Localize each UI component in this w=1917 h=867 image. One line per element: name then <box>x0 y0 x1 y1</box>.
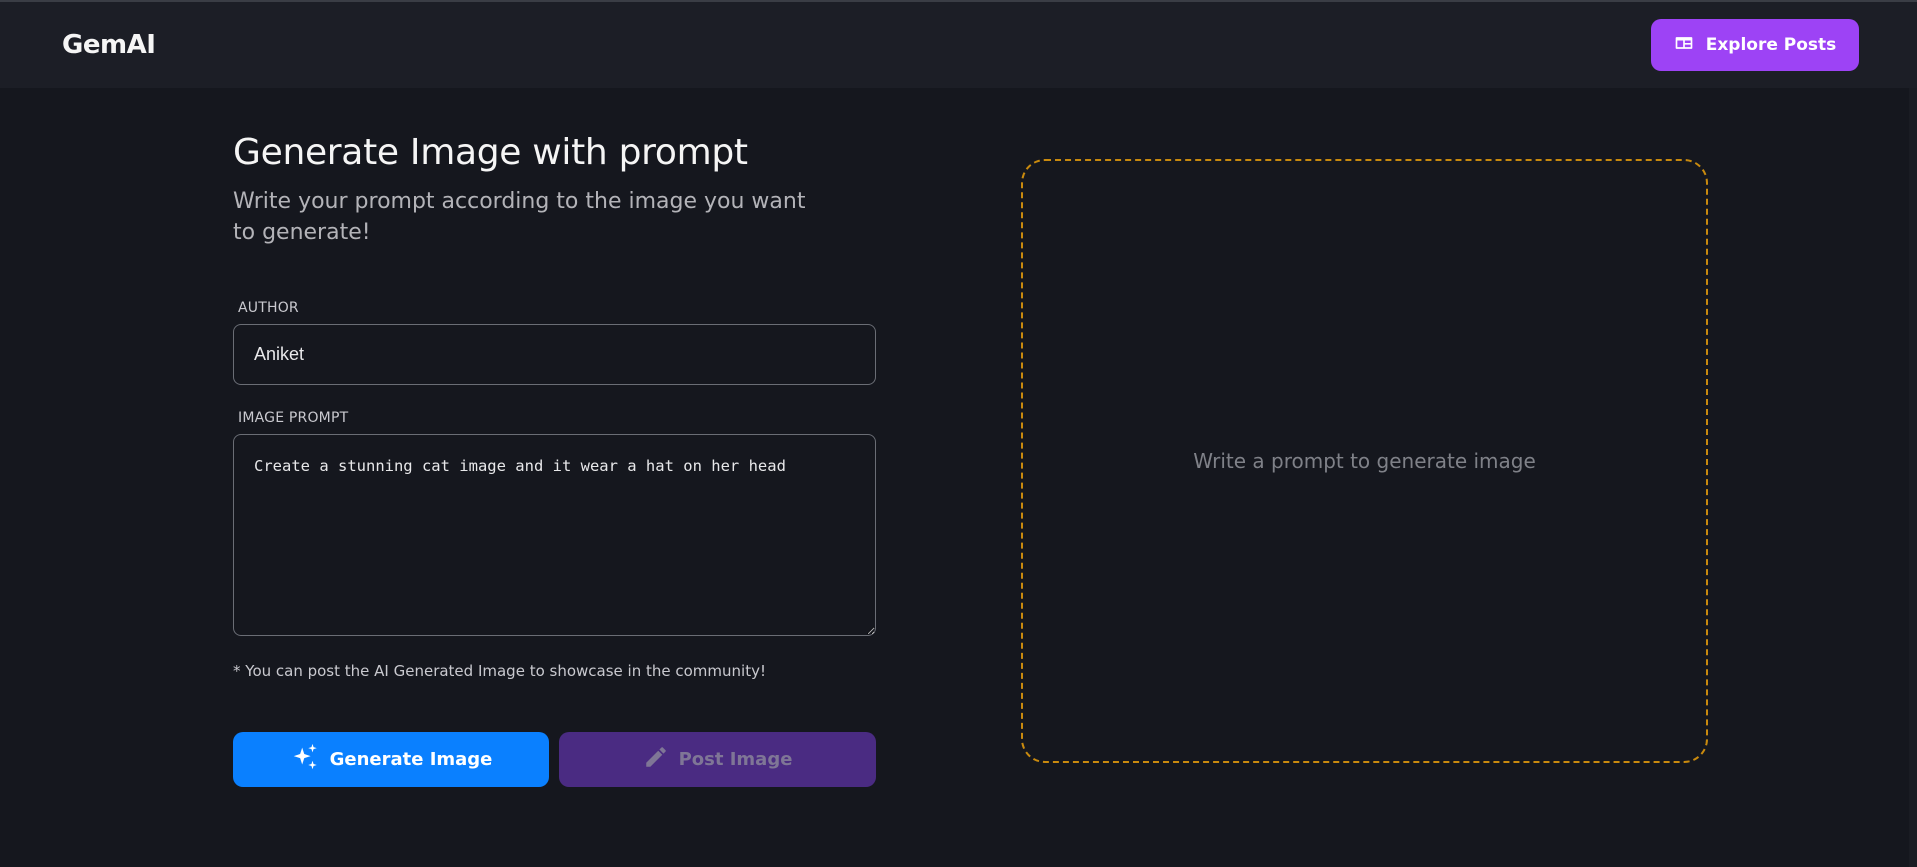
post-image-label: Post Image <box>678 749 793 770</box>
author-input[interactable] <box>233 324 876 385</box>
image-preview-area: Write a prompt to generate image <box>1021 159 1708 763</box>
prompt-field-group: IMAGE PROMPT Create a stunning cat image… <box>233 410 876 636</box>
pencil-icon <box>643 744 669 775</box>
post-image-button[interactable]: Post Image <box>559 732 876 787</box>
author-field-group: AUTHOR <box>233 300 876 385</box>
generate-image-button[interactable]: Generate Image <box>233 732 549 787</box>
action-buttons: Generate Image Post Image <box>233 732 876 787</box>
author-label: AUTHOR <box>238 300 299 316</box>
generate-form: Generate Image with prompt Write your pr… <box>233 130 876 787</box>
preview-placeholder: Write a prompt to generate image <box>1193 449 1536 473</box>
top-nav: GemAI Explore Posts <box>0 2 1917 88</box>
prompt-textarea[interactable]: Create a stunning cat image and it wear … <box>233 434 876 636</box>
generate-image-label: Generate Image <box>329 749 493 770</box>
posts-icon <box>1674 33 1694 58</box>
prompt-label: IMAGE PROMPT <box>238 410 349 426</box>
sparkle-icon <box>290 742 320 777</box>
scrollbar[interactable] <box>1909 88 1917 867</box>
page-title: Generate Image with prompt <box>233 132 748 173</box>
app-logo[interactable]: GemAI <box>62 30 156 60</box>
community-note: * You can post the AI Generated Image to… <box>233 662 766 680</box>
explore-posts-button[interactable]: Explore Posts <box>1651 19 1859 71</box>
page-subtitle: Write your prompt according to the image… <box>233 189 806 245</box>
explore-posts-label: Explore Posts <box>1705 35 1837 55</box>
